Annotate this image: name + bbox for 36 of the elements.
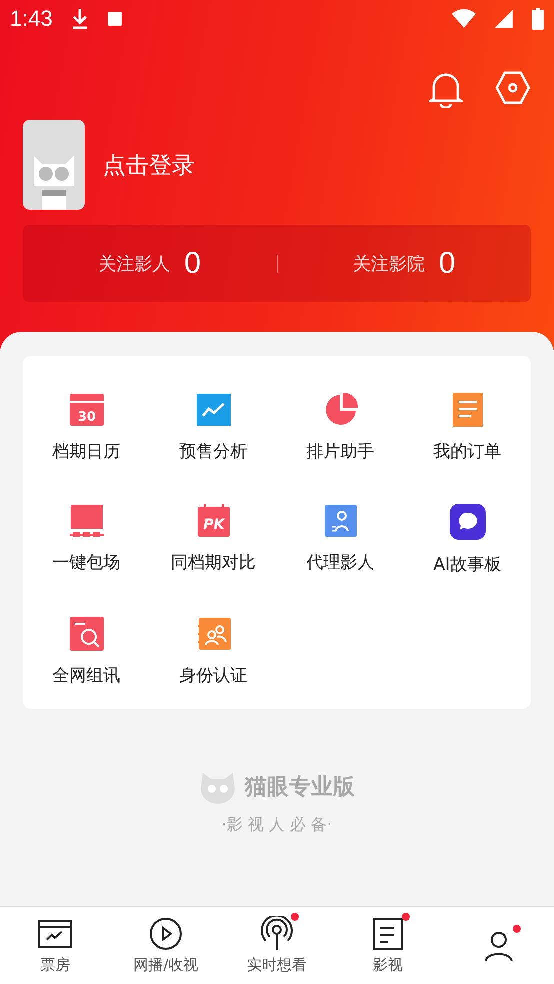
stat-value: 0 bbox=[184, 246, 202, 280]
cinema-screen-icon bbox=[68, 503, 104, 539]
stat-value: 0 bbox=[438, 246, 456, 280]
stat-label: 关注影院 bbox=[352, 252, 425, 276]
tool-label[interactable]: AI故事板 bbox=[434, 553, 502, 576]
tool-label[interactable]: 全网组讯 bbox=[52, 664, 120, 687]
stat-label: 关注影人 bbox=[98, 252, 170, 276]
brand-name: 猫眼专业版 bbox=[245, 774, 355, 802]
tool-label[interactable]: 预售分析 bbox=[180, 440, 248, 463]
tool-label[interactable]: 身份认证 bbox=[180, 664, 248, 687]
tagline: ·影 视 人 必 备· bbox=[222, 815, 332, 836]
tool-label[interactable]: 我的订单 bbox=[434, 440, 502, 463]
tab-label[interactable]: 影视 bbox=[372, 956, 403, 975]
calendar-icon: 30 bbox=[68, 392, 104, 428]
tool-label[interactable]: 代理影人 bbox=[306, 551, 374, 574]
broadcast-icon bbox=[258, 916, 295, 952]
download-icon bbox=[70, 8, 89, 30]
person-card-icon bbox=[322, 503, 358, 539]
play-icon bbox=[148, 916, 184, 952]
trend-chart-icon bbox=[196, 392, 232, 428]
tab-label[interactable]: 票房 bbox=[40, 956, 70, 975]
battery-icon bbox=[532, 8, 544, 30]
tool-label[interactable]: 一键包场 bbox=[52, 551, 120, 574]
tool-label[interactable]: 排片助手 bbox=[306, 440, 374, 463]
search-icon bbox=[68, 616, 104, 652]
signal-icon bbox=[494, 9, 514, 29]
wifi-icon bbox=[452, 9, 476, 29]
tool-label[interactable]: 同档期对比 bbox=[171, 551, 256, 574]
tool-label[interactable]: 档期日历 bbox=[52, 440, 120, 463]
tab-label[interactable]: 实时想看 bbox=[246, 956, 307, 975]
settings-icon bbox=[495, 70, 531, 106]
id-card-icon bbox=[196, 616, 232, 652]
login-link[interactable]: 点击登录 bbox=[103, 150, 195, 180]
chat-bubble-icon bbox=[448, 503, 486, 541]
tab-label[interactable]: 网播/收视 bbox=[134, 956, 199, 975]
status-time: 1:43 bbox=[10, 6, 53, 32]
